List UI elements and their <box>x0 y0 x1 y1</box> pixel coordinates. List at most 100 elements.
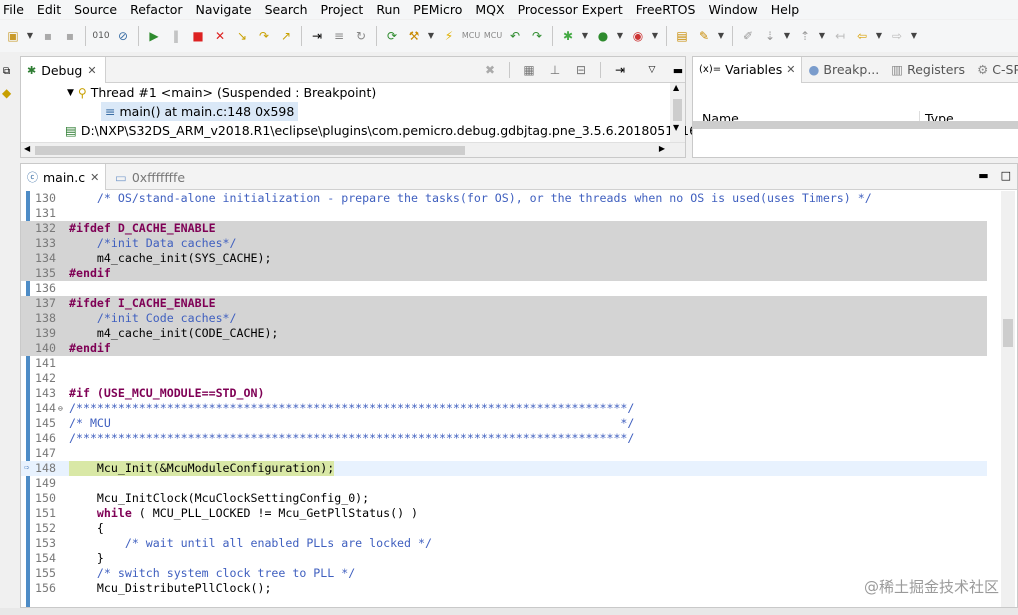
minimize-icon[interactable]: ▬ <box>669 61 687 79</box>
menu-pemicro[interactable]: PEMicro <box>409 2 466 17</box>
chevron-down-icon[interactable]: ▼ <box>717 27 725 45</box>
step-into-icon[interactable]: ↘ <box>233 27 251 45</box>
code-line[interactable]: 153 /* wait until all enabled PLLs are l… <box>21 536 988 551</box>
chevron-down-icon[interactable]: ▼ <box>616 27 624 45</box>
menu-freertos[interactable]: FreeRTOS <box>632 2 700 17</box>
chevron-down-icon[interactable]: ▼ <box>427 27 435 45</box>
minimize-icon[interactable]: ▬ <box>978 169 988 182</box>
restart-icon[interactable]: ↻ <box>352 27 370 45</box>
debug-perspective-icon[interactable]: ◆ <box>2 86 11 100</box>
menu-navigate[interactable]: Navigate <box>192 2 256 17</box>
code-line[interactable]: 151 while ( MCU_PLL_LOCKED != Mcu_GetPll… <box>21 506 988 521</box>
last-edit-icon[interactable]: ↤ <box>831 27 849 45</box>
code-line[interactable]: 134 m4_cache_init(SYS_CACHE); <box>21 251 988 266</box>
menu-mqx[interactable]: MQX <box>471 2 508 17</box>
close-icon[interactable]: ✕ <box>786 63 795 76</box>
code-line[interactable]: 136 <box>21 281 988 296</box>
code-line[interactable]: 142 <box>21 371 988 386</box>
code-line[interactable]: 138 /*init Code caches*/ <box>21 311 988 326</box>
save-icon[interactable]: ▪ <box>39 27 57 45</box>
close-icon[interactable]: ✕ <box>90 171 99 184</box>
back-icon[interactable]: ⇦ <box>853 27 871 45</box>
chevron-down-icon[interactable]: ▼ <box>581 27 589 45</box>
restore-icon[interactable]: ⧉ <box>3 66 10 77</box>
tab-breakpoints[interactable]: ● Breakp... <box>802 57 885 83</box>
chevron-down-icon[interactable]: ▼ <box>910 27 918 45</box>
menu-help[interactable]: Help <box>767 2 804 17</box>
close-icon[interactable]: ✕ <box>87 64 96 77</box>
layout-icon[interactable]: ⊟ <box>572 61 590 79</box>
vertical-scrollbar[interactable]: ▲ ▼ <box>670 83 685 143</box>
mcu-config-icon[interactable]: MCU <box>484 27 502 45</box>
step-return-icon[interactable]: ↗ <box>277 27 295 45</box>
code-line[interactable]: 130 /* OS/stand-alone initialization - p… <box>21 191 988 206</box>
binary-icon[interactable]: 010 <box>92 27 110 45</box>
scroll-thumb[interactable] <box>1003 319 1013 347</box>
suspend-icon[interactable]: ‖ <box>167 27 185 45</box>
code-line[interactable]: 149 <box>21 476 988 491</box>
tab-cspy[interactable]: ⚙ C-SPY <box>971 57 1018 83</box>
frame-row[interactable]: ≡ main() at main.c:148 0x598 <box>101 102 299 121</box>
list-icon[interactable]: ≡ <box>330 27 348 45</box>
undo-icon[interactable]: ↶ <box>506 27 524 45</box>
collapse-icon[interactable]: ▦ <box>520 61 538 79</box>
open-type-icon[interactable]: ▤ <box>673 27 691 45</box>
code-line[interactable]: 137 #ifdef I_CACHE_ENABLE <box>21 296 988 311</box>
debug-refresh-icon[interactable]: ⟳ <box>383 27 401 45</box>
process-row[interactable]: ▤ D:\NXP\S32DS_ARM_v2018.R1\eclipse\plug… <box>65 121 713 140</box>
code-area[interactable]: 130 /* OS/stand-alone initialization - p… <box>21 191 1017 607</box>
menu-file[interactable]: File <box>0 2 28 17</box>
code-line[interactable]: 141 <box>21 356 988 371</box>
editor-vertical-scrollbar[interactable] <box>987 191 1017 607</box>
menu-source[interactable]: Source <box>70 2 121 17</box>
menu-window[interactable]: Window <box>704 2 761 17</box>
chevron-down-icon[interactable]: ▼ <box>651 27 659 45</box>
chevron-down-icon[interactable]: ▼ <box>673 123 679 132</box>
code-line[interactable]: 133 /*init Data caches*/ <box>21 236 988 251</box>
build-icon[interactable]: ⚒ <box>405 27 423 45</box>
chevron-down-icon[interactable]: ▼ <box>67 88 74 98</box>
skip-breakpoints-icon[interactable]: ⊘ <box>114 27 132 45</box>
code-line[interactable]: 154 } <box>21 551 988 566</box>
code-line[interactable]: 139 m4_cache_init(CODE_CACHE); <box>21 326 988 341</box>
menu-processor-expert[interactable]: Processor Expert <box>514 2 627 17</box>
menu-project[interactable]: Project <box>317 2 368 17</box>
tab-variables[interactable]: (x)= Variables ✕ <box>693 56 803 83</box>
code-line[interactable]: 132 #ifdef D_CACHE_ENABLE <box>21 221 988 236</box>
mcu-icon[interactable]: MCU <box>462 27 480 45</box>
chevron-right-icon[interactable]: ▶ <box>659 144 665 153</box>
code-line[interactable]: 150 Mcu_InitClock(McuClockSettingConfig_… <box>21 491 988 506</box>
tab-address[interactable]: ▭ 0xfffffffe <box>109 164 191 190</box>
chevron-up-icon[interactable]: ▲ <box>673 83 679 92</box>
remove-terminated-icon[interactable]: ✖ <box>481 61 499 79</box>
chevron-down-icon[interactable]: ▼ <box>26 27 34 45</box>
redo-icon[interactable]: ↷ <box>528 27 546 45</box>
tab-registers[interactable]: ▥ Registers <box>885 57 971 83</box>
code-line[interactable]: 152 { <box>21 521 988 536</box>
terminate-icon[interactable]: ■ <box>189 27 207 45</box>
code-line[interactable]: 144/************************************… <box>21 401 988 416</box>
thread-row[interactable]: ▼ ⚲ Thread #1 <main> (Suspended : Breakp… <box>67 83 376 102</box>
code-line[interactable]: 155 /* switch system clock tree to PLL *… <box>21 566 988 581</box>
code-line[interactable]: 148 Mcu_Init(&McuModuleConfiguration); ⇨ <box>21 461 988 476</box>
fold-icon[interactable]: ⊖ <box>58 401 63 416</box>
search-icon[interactable]: ✎ <box>695 27 713 45</box>
debug-icon[interactable]: ✱ <box>559 27 577 45</box>
new-icon[interactable]: ▣ <box>4 27 22 45</box>
menu-edit[interactable]: Edit <box>33 2 65 17</box>
code-line[interactable]: 156 Mcu_DistributePllClock(); <box>21 581 988 596</box>
instruction-step-icon[interactable]: ⇥ <box>611 61 629 79</box>
scroll-track[interactable] <box>1001 191 1015 607</box>
step-over-icon[interactable]: ↷ <box>255 27 273 45</box>
save-all-icon[interactable]: ▪ <box>61 27 79 45</box>
instruction-stepping-icon[interactable]: ⇥ <box>308 27 326 45</box>
horizontal-scrollbar[interactable]: ◀ ▶ <box>21 142 685 157</box>
code-line[interactable]: 140 #endif <box>21 341 988 356</box>
annotation-icon[interactable]: ✐ <box>739 27 757 45</box>
scroll-thumb[interactable] <box>35 146 465 155</box>
next-annotation-icon[interactable]: ⇣ <box>761 27 779 45</box>
prev-annotation-icon[interactable]: ⇡ <box>796 27 814 45</box>
view-menu-icon[interactable]: ▽ <box>643 61 661 79</box>
horizontal-scrollbar[interactable] <box>693 121 1018 129</box>
forward-icon[interactable]: ⇨ <box>888 27 906 45</box>
